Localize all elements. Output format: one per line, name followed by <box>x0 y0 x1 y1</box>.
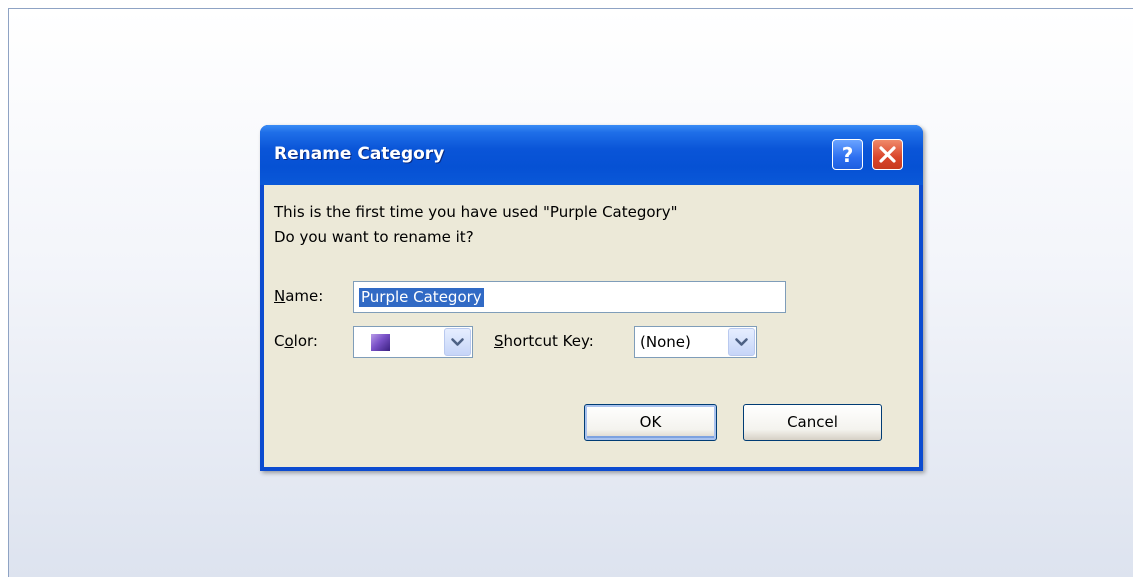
shortcut-dropdown-button[interactable] <box>728 328 755 356</box>
color-label-first: C <box>274 332 285 350</box>
shortcut-key-value: (None) <box>640 333 691 351</box>
color-dropdown-button[interactable] <box>444 328 471 356</box>
message-line-2: Do you want to rename it? <box>274 228 474 246</box>
help-icon: ? <box>842 143 854 167</box>
chevron-down-icon <box>735 338 748 346</box>
title-bar[interactable]: Rename Category ? <box>260 125 923 185</box>
help-button[interactable]: ? <box>832 139 863 170</box>
message-line-1: This is the first time you have used "Pu… <box>274 203 678 221</box>
name-label-text: ame: <box>285 287 324 305</box>
name-label: Name: <box>274 287 323 305</box>
name-input-value: Purple Category <box>359 288 484 307</box>
color-select[interactable] <box>353 326 473 358</box>
shortcut-label-text: hortcut Key: <box>503 332 594 350</box>
close-button[interactable] <box>872 139 903 170</box>
svg-text:?: ? <box>842 143 854 167</box>
name-label-mnemonic: N <box>274 287 286 305</box>
dialog-body: This is the first time you have used "Pu… <box>264 185 919 467</box>
rename-category-dialog: Rename Category ? This is the first time… <box>260 125 923 471</box>
close-icon <box>879 146 896 163</box>
name-input[interactable]: Purple Category <box>353 281 786 313</box>
shortcut-label-mnemonic: S <box>494 332 504 350</box>
color-label: Color: <box>274 332 318 350</box>
color-label-text: lor: <box>293 332 318 350</box>
cancel-button[interactable]: Cancel <box>743 404 882 441</box>
shortcut-key-label: Shortcut Key: <box>494 332 594 350</box>
color-label-mnemonic: o <box>284 332 294 350</box>
shortcut-key-select[interactable]: (None) <box>634 326 757 358</box>
chevron-down-icon <box>451 338 464 346</box>
color-swatch <box>371 334 390 351</box>
ok-button[interactable]: OK <box>584 404 717 441</box>
dialog-title: Rename Category <box>274 144 445 164</box>
